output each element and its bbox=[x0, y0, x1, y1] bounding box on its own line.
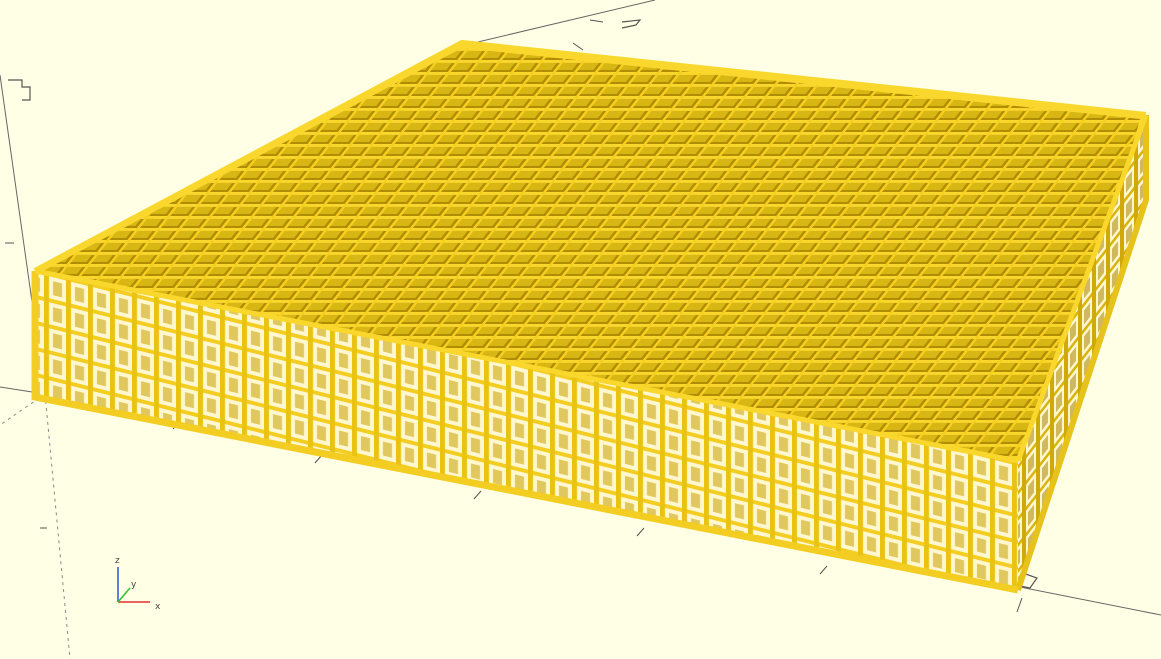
gizmo-x-label: x bbox=[155, 602, 161, 612]
gizmo-z-label: z bbox=[115, 556, 120, 566]
gizmo-y-label: y bbox=[131, 580, 137, 590]
3d-viewport[interactable]: z y x bbox=[0, 0, 1161, 659]
axes-orientation-gizmo: z y x bbox=[115, 556, 161, 612]
lattice-model[interactable] bbox=[31, 39, 1149, 594]
y-axis-marker-icon bbox=[621, 19, 642, 29]
z-axis-marker-icon bbox=[8, 79, 31, 101]
viewport-canvas[interactable]: z y x bbox=[0, 0, 1161, 659]
